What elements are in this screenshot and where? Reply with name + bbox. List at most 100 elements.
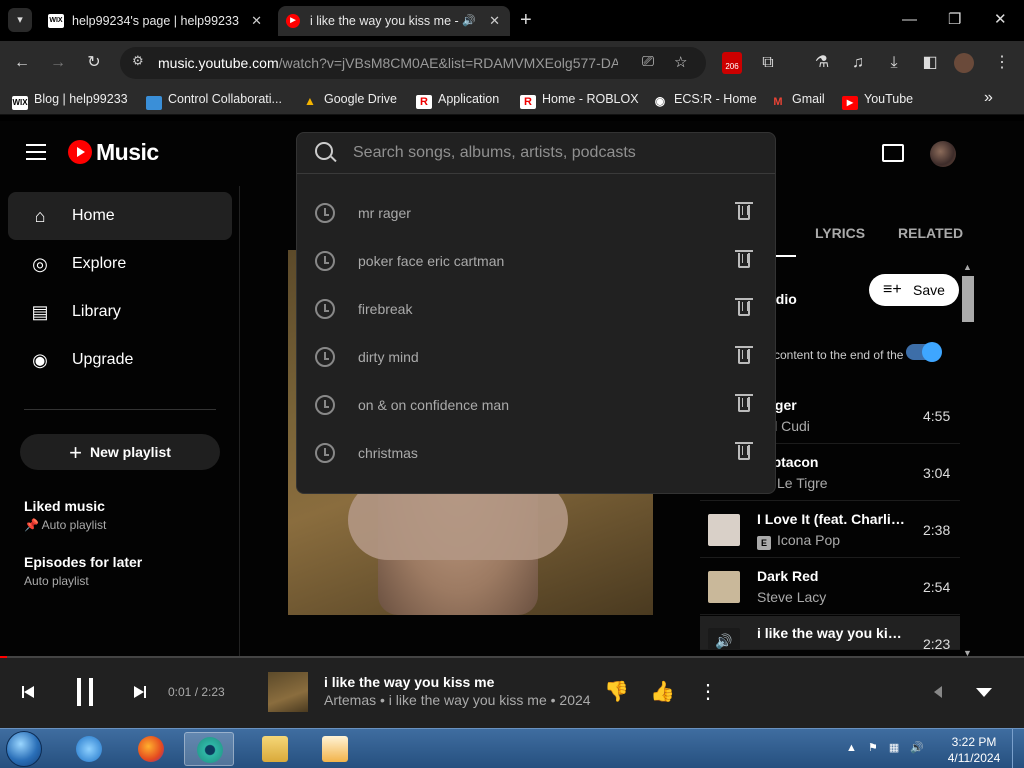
bookmark-home-roblox[interactable]: R Home - ROBLOX xyxy=(520,92,639,109)
search-icon[interactable] xyxy=(315,142,333,160)
volume-icon[interactable]: 🔊 xyxy=(910,742,924,754)
reload-icon[interactable]: ↻ xyxy=(82,51,106,75)
now-playing-title[interactable]: i like the way you kiss me xyxy=(324,674,494,690)
bookmark-gmail[interactable]: M Gmail xyxy=(770,92,824,109)
trash-icon[interactable] xyxy=(735,250,753,268)
media-controls-icon[interactable]: ♫ xyxy=(846,51,870,75)
search-history-item[interactable]: on & on confidence man xyxy=(297,381,775,429)
forward-arrow-icon[interactable]: → xyxy=(46,51,70,75)
bookmark-star-icon[interactable]: ☆ xyxy=(674,53,687,71)
queue-item[interactable]: Dark Red Steve Lacy 2:54 xyxy=(700,559,960,615)
upgrade-icon: ◉ xyxy=(32,350,48,370)
trash-icon[interactable] xyxy=(735,202,753,220)
scroll-up-icon[interactable]: ▲ xyxy=(963,262,972,272)
show-desktop-button[interactable] xyxy=(1012,729,1024,768)
maximize-button[interactable]: ❐ xyxy=(948,8,961,32)
tab-related[interactable]: RELATED xyxy=(898,211,963,257)
bookmark-ecsr-home[interactable]: ◉ ECS:R - Home xyxy=(652,92,757,108)
search-history-item[interactable]: christmas xyxy=(297,429,775,477)
sidebar-item-home[interactable]: ⌂ Home xyxy=(8,192,232,240)
speaker-icon[interactable]: 🔊 xyxy=(462,6,476,36)
site-info-icon[interactable]: ⚙ xyxy=(132,53,144,69)
extension-badge-icon[interactable]: 206 xyxy=(722,52,742,74)
pause-icon[interactable] xyxy=(74,678,96,706)
previous-track-icon[interactable] xyxy=(20,680,38,704)
back-arrow-icon[interactable]: ← xyxy=(10,51,34,75)
expand-player-icon[interactable] xyxy=(976,688,992,697)
playlist-liked-music[interactable]: Liked music 📌 Auto playlist xyxy=(24,498,106,532)
trash-icon[interactable] xyxy=(735,394,753,412)
like-icon[interactable]: 👍 xyxy=(650,678,675,706)
taskbar-media-player[interactable] xyxy=(310,732,360,766)
taskbar-chrome[interactable] xyxy=(184,732,234,766)
minimize-button[interactable]: — xyxy=(902,8,917,32)
taskbar-firefox[interactable] xyxy=(126,732,176,766)
more-options-icon[interactable]: ⋮ xyxy=(698,678,718,706)
address-bar[interactable]: ⚙ music.youtube.com/watch?v=jVBsM8CM0AE&… xyxy=(120,47,706,79)
progress-fill xyxy=(0,656,8,658)
bookmark-control-collaboration[interactable]: ▬ Control Collaborati... xyxy=(146,92,282,110)
tab-close-icon[interactable]: ✕ xyxy=(251,6,262,36)
bookmark-google-drive[interactable]: ▲ Google Drive xyxy=(302,92,397,108)
trash-icon[interactable] xyxy=(735,298,753,316)
save-button[interactable]: ≡+ Save xyxy=(869,274,959,306)
trash-icon[interactable] xyxy=(735,346,753,364)
queue-item[interactable]: 🔊 i like the way you kiss me Artemas 2:23 xyxy=(700,616,960,650)
taskbar-file-explorer[interactable] xyxy=(250,732,300,766)
bookmarks-overflow-icon[interactable]: » xyxy=(984,89,993,107)
search-history-item[interactable]: dirty mind xyxy=(297,333,775,381)
tab-lyrics[interactable]: LYRICS xyxy=(815,211,865,257)
playlist-episodes-for-later[interactable]: Episodes for later Auto playlist xyxy=(24,554,142,588)
autoplay-toggle[interactable] xyxy=(906,342,942,362)
window-close-button[interactable]: ✕ xyxy=(994,8,1007,32)
queue-title: Rager xyxy=(757,397,797,413)
action-center-flag-icon[interactable]: ⚑ xyxy=(868,742,878,754)
labs-flask-icon[interactable]: ⚗ xyxy=(810,51,834,75)
roblox-icon: R xyxy=(416,95,432,109)
network-icon[interactable]: ▦ xyxy=(889,742,899,754)
sidebar-item-label: Explore xyxy=(72,255,127,272)
search-history-item[interactable]: poker face eric cartman xyxy=(297,237,775,285)
volume-arrow-icon[interactable] xyxy=(934,686,942,698)
search-bar[interactable] xyxy=(297,133,775,174)
search-history-item[interactable]: mr rager xyxy=(297,189,775,237)
url-text[interactable]: music.youtube.com/watch?v=jVBsM8CM0AE&li… xyxy=(158,47,618,79)
now-playing-subtitle[interactable]: Artemas • i like the way you kiss me • 2… xyxy=(324,692,591,708)
sidebar-item-explore[interactable]: ◎ Explore xyxy=(8,240,232,288)
progress-bar[interactable] xyxy=(0,656,1024,658)
taskbar-clock[interactable]: 3:22 PM 4/11/2024 xyxy=(944,734,1004,766)
taskbar-internet-explorer[interactable] xyxy=(64,732,114,766)
tab-youtube-music[interactable]: ▶ i like the way you kiss me - 🔊 ✕ xyxy=(278,6,510,36)
sidebar-item-upgrade[interactable]: ◉ Upgrade xyxy=(8,336,232,384)
dislike-icon[interactable]: 👎 xyxy=(604,678,629,706)
sidebar-item-library[interactable]: ▤ Library xyxy=(8,288,232,336)
new-tab-button[interactable]: + xyxy=(520,8,532,32)
search-input[interactable] xyxy=(353,141,753,165)
downloads-icon[interactable]: ⤓ xyxy=(882,51,906,75)
bookmark-blog[interactable]: WIX Blog | help99233 xyxy=(12,92,128,110)
account-avatar[interactable] xyxy=(930,141,956,167)
tab-wix[interactable]: WIX help99234's page | help99233 ✕ xyxy=(40,6,272,36)
queue-item[interactable]: I Love It (feat. Charli XCX) EIcona Pop 2:… xyxy=(700,502,960,558)
now-playing-thumbnail[interactable] xyxy=(268,672,308,712)
cast-icon[interactable] xyxy=(882,144,904,162)
extensions-puzzle-icon[interactable]: ⧉ xyxy=(756,51,780,75)
new-playlist-button[interactable]: + New playlist xyxy=(20,434,220,470)
install-app-icon[interactable]: ⎚ xyxy=(642,53,654,70)
bookmark-youtube[interactable]: ▶ YouTube xyxy=(842,92,913,110)
tab-close-icon[interactable]: ✕ xyxy=(489,6,500,36)
tray-expand-icon[interactable]: ▲ xyxy=(846,742,857,754)
search-history-item[interactable]: firebreak xyxy=(297,285,775,333)
start-button[interactable] xyxy=(6,731,42,767)
profile-avatar[interactable] xyxy=(954,53,974,73)
queue-thumbnail xyxy=(708,571,740,603)
hamburger-menu-icon[interactable] xyxy=(26,144,46,160)
bookmark-application[interactable]: R Application xyxy=(416,92,499,109)
tab-search-icon[interactable]: ▾ xyxy=(8,8,32,32)
scroll-thumb[interactable] xyxy=(962,276,974,322)
next-track-icon[interactable] xyxy=(132,680,150,704)
side-panel-icon[interactable]: ◧ xyxy=(918,51,942,75)
queue-scrollbar[interactable]: ▲ ▼ xyxy=(962,262,974,658)
trash-icon[interactable] xyxy=(735,442,753,460)
chrome-menu-icon[interactable]: ⋮ xyxy=(990,51,1014,75)
